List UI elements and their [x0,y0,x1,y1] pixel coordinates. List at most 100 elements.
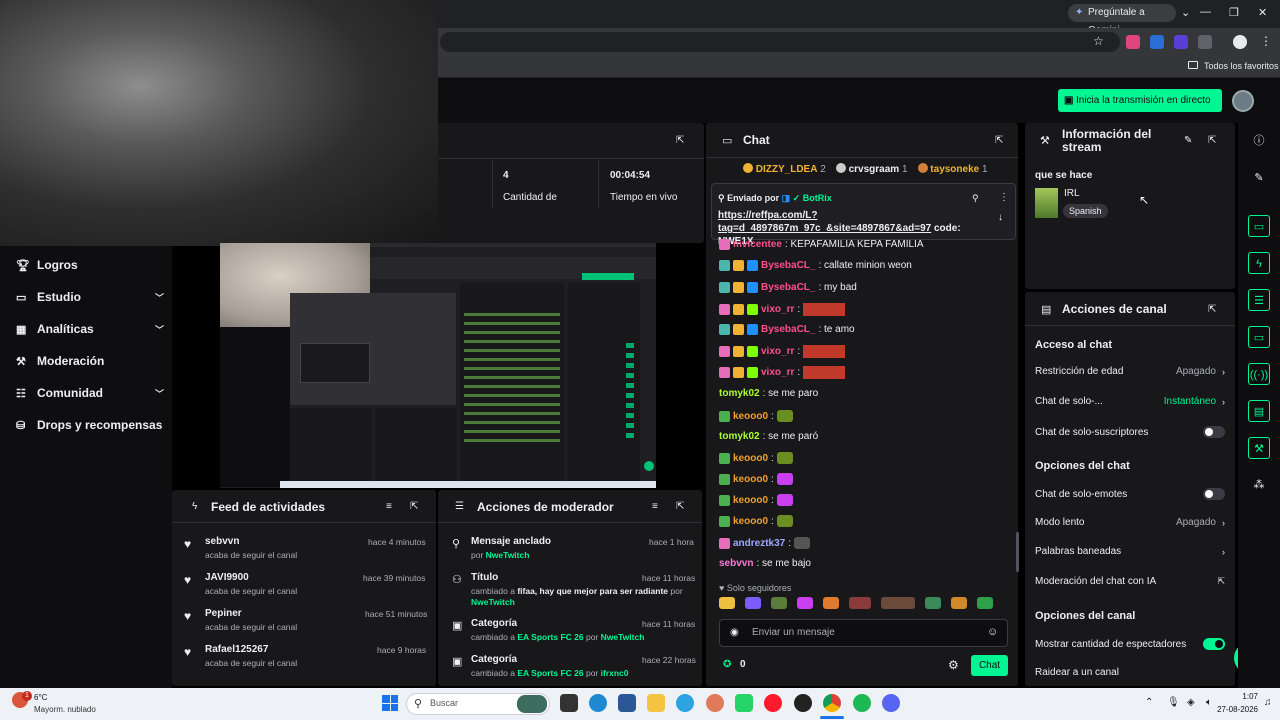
chat-username[interactable]: vixo_rr [761,346,794,357]
chat-username[interactable]: vixo_rr [761,304,794,315]
filter-icon[interactable]: ≡ [386,501,392,512]
chat-message[interactable]: mvicentee: KEPAFAMILIA KEPA FAMILIA [719,239,924,250]
category-thumbnail[interactable] [1035,188,1058,218]
popout-icon[interactable]: ⇱ [1208,135,1216,146]
opera-icon[interactable] [764,694,782,712]
marker-icon[interactable]: ▭ [1248,215,1270,237]
chat-username[interactable]: keooo0 [733,474,768,485]
emote-icon[interactable] [776,515,793,527]
chat-badge-icon[interactable] [747,304,758,315]
pinned-sender[interactable]: BotRix [803,193,832,203]
chat-message[interactable]: keooo0: [719,515,793,527]
filter-icon[interactable]: ≡ [652,501,658,512]
mod-action-user[interactable]: NweTwitch [601,632,645,642]
extension-icon[interactable] [1126,35,1140,49]
extension-icon[interactable] [1150,35,1164,49]
gifter-item[interactable]: taysoneke 1 [917,163,988,175]
popout-icon[interactable]: ⇱ [676,135,684,146]
notifications-bell-icon[interactable]: ♫ [1264,697,1272,708]
chat-badge-icon[interactable] [733,346,744,357]
pinned-link[interactable]: https://reffpa.com/L?tag=d_4897867m_97c_… [718,210,931,234]
mod-action-value[interactable]: EA Sports FC 26 [517,668,583,678]
chat-username[interactable]: keooo0 [733,453,768,464]
chat-username[interactable]: BysebaCL_ [761,282,815,293]
emote-icon[interactable] [794,537,811,549]
chat-message[interactable]: tomyk02: se me paró [719,431,818,442]
chat-badge-icon[interactable] [719,346,730,357]
discord-icon[interactable] [882,694,900,712]
chat-message[interactable]: keooo0: [719,410,793,422]
sidebar-item-moderacion[interactable]: ⚒︎ Moderación [16,351,164,371]
go-live-button[interactable]: ▣ Inicia la transmisión en directo [1058,89,1222,112]
edit-icon[interactable]: ✎ [1248,167,1270,189]
info-icon[interactable]: ⓘ [1248,130,1270,152]
chat-username[interactable]: vixo_rr [761,367,794,378]
share-icon[interactable]: ⁂ [1248,474,1270,496]
chat-message[interactable]: keooo0: [719,452,793,464]
chat-badge-icon[interactable] [719,410,730,422]
chat-badge-icon[interactable] [719,515,730,527]
emote-icon[interactable] [771,597,787,609]
chat-message[interactable]: vixo_rr: [719,345,846,358]
emote-icon[interactable] [951,597,967,609]
chat-username[interactable]: keooo0 [733,495,768,506]
language-tag[interactable]: Spanish [1063,204,1108,218]
wrench-icon[interactable]: ⚒︎ [1248,437,1270,459]
raid-row[interactable]: Raidear a un canal [1035,667,1225,678]
tray-chevron-icon[interactable]: ⌃ [1145,697,1153,708]
emote-icon[interactable] [977,597,993,609]
extension-icon[interactable] [1174,35,1188,49]
chat-badge-icon[interactable] [747,260,758,271]
chat-username[interactable]: sebvvn [719,558,753,569]
chat-badge-icon[interactable] [733,324,744,335]
mod-action-value[interactable]: EA Sports FC 26 [517,632,583,642]
lightning-icon[interactable]: ϟ [1248,252,1270,274]
gemini-button[interactable]: ✦Pregúntale a Gemini [1068,4,1176,36]
gifter-item[interactable]: crvsgraam 1 [835,163,908,175]
emote-icon[interactable] [776,473,793,485]
popout-icon[interactable]: ⇱ [410,501,418,512]
whatsapp-icon[interactable] [735,694,753,712]
sidebar-item-analiticas[interactable]: ▦ Analíticas ﹀ [16,319,164,339]
mod-action-user[interactable]: ifrxnc0 [601,668,629,678]
app-icon[interactable] [706,694,724,712]
show-viewers-toggle[interactable] [1203,638,1225,650]
restore-icon[interactable]: ❐ [1229,6,1239,19]
chat-bubble-icon[interactable]: ▭ [1248,326,1270,348]
clock-time[interactable]: 1:07 [1226,692,1258,701]
chat-badge-icon[interactable] [733,367,744,378]
chat-badge-icon[interactable] [719,367,730,378]
emote-icon[interactable] [849,597,871,609]
task-view-icon[interactable] [560,694,578,712]
chat-message[interactable]: BysebaCL_: callate minion weon [719,260,912,271]
chat-badge-icon[interactable] [733,282,744,293]
feed-user[interactable]: JAVI9900 [205,572,249,583]
tab-search-icon[interactable]: ⌄ [1181,6,1190,19]
popout-icon[interactable]: ⇱ [676,501,684,512]
gifter-item[interactable]: DIZZY_LDEA 2 [743,163,826,175]
feed-user[interactable]: Rafael125267 [205,644,268,655]
feed-user[interactable]: Pepiner [205,608,242,619]
ai-moderation-row[interactable]: Moderación del chat con IA ⇱ [1035,576,1225,587]
chat-badge-icon[interactable] [719,239,730,250]
chat-badge-icon[interactable] [719,304,730,315]
sidebar-item-comunidad[interactable]: ☷ Comunidad ﹀ [16,383,164,403]
broadcast-icon[interactable]: ((·)) [1248,363,1270,385]
chrome-icon[interactable] [823,694,841,712]
emote-icon[interactable] [719,597,735,609]
chat-message[interactable]: tomyk02: se me paro [719,388,818,399]
chat-username[interactable]: BysebaCL_ [761,260,815,271]
chat-message[interactable]: sebvvn: se me bajo [719,558,811,569]
more-icon[interactable]: ⋮ [999,192,1009,203]
mod-action-user[interactable]: NweTwitch [471,597,515,607]
chat-send-button[interactable]: Chat [971,655,1008,676]
stream-preview[interactable] [220,243,656,488]
chat-username[interactable]: keooo0 [733,516,768,527]
emote-icon[interactable] [776,452,793,464]
address-bar[interactable] [440,32,1120,52]
chat-username[interactable]: tomyk02 [719,388,760,399]
chat-message[interactable]: keooo0: [719,473,793,485]
chat-badge-icon[interactable] [733,304,744,315]
chat-message[interactable]: vixo_rr: [719,366,846,379]
chat-message[interactable]: keooo0: [719,494,793,506]
